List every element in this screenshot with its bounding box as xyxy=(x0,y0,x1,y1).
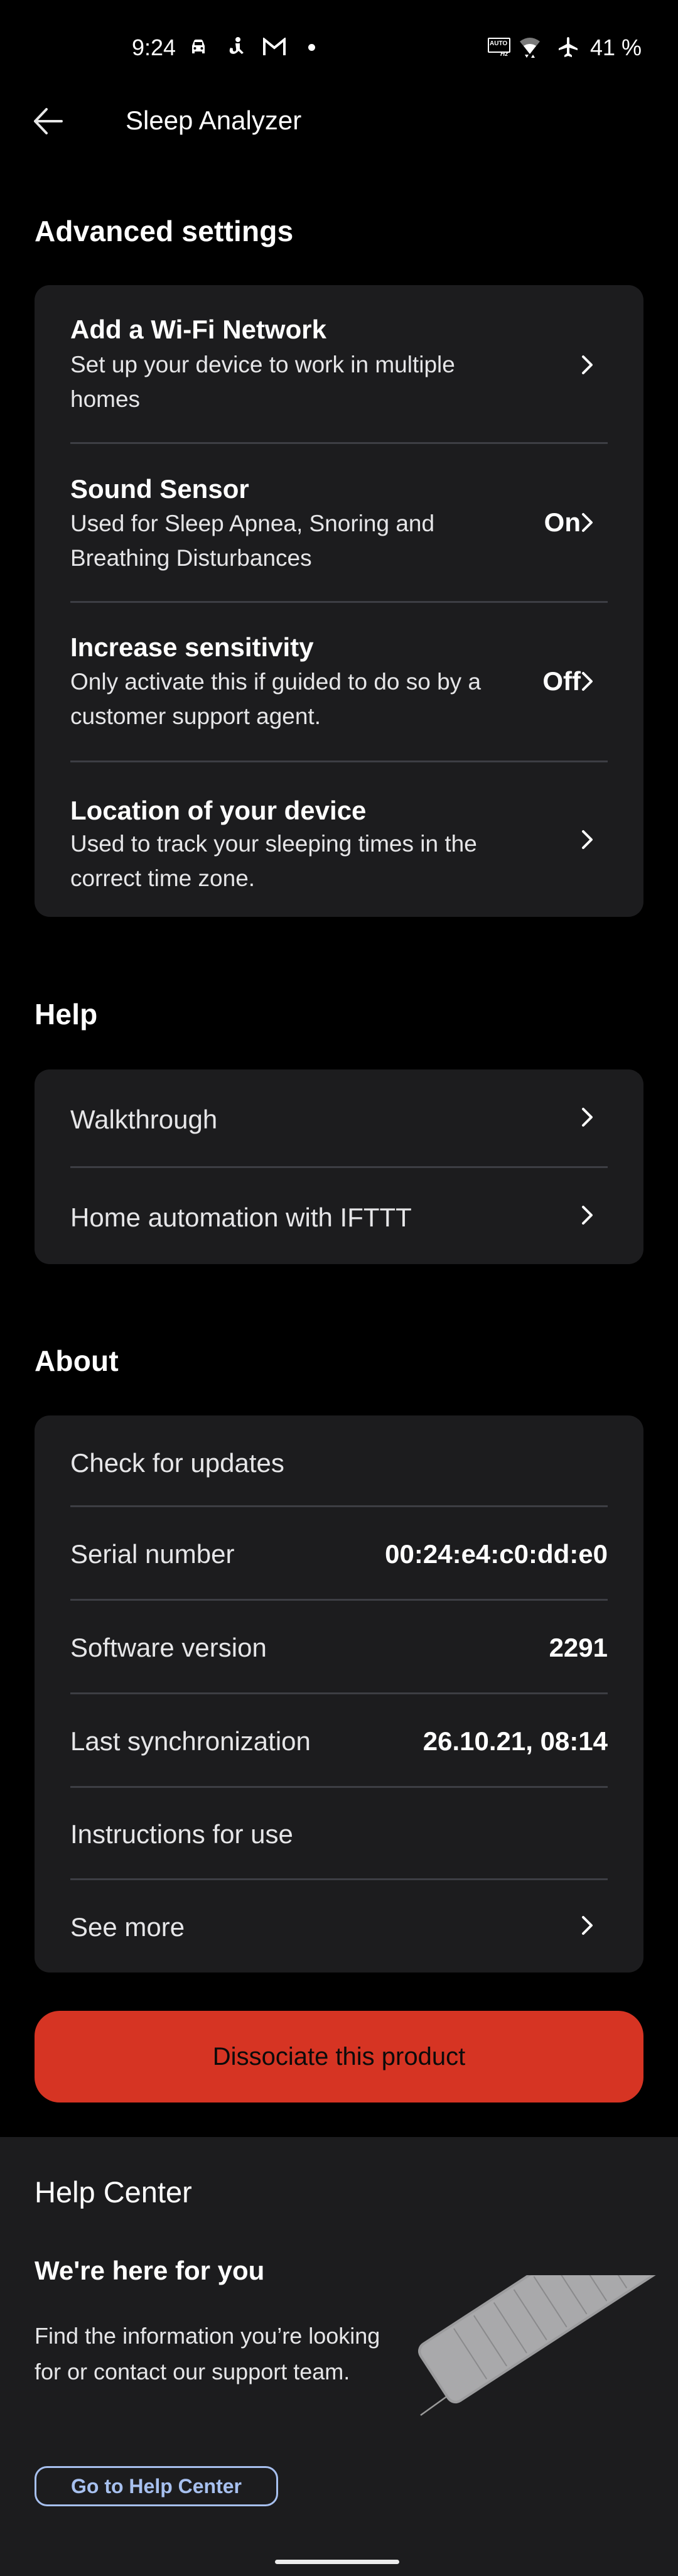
row-subtitle: Used for Sleep Apnea, Snoring and Breath… xyxy=(70,511,435,571)
advanced-settings-card: Add a Wi-Fi Network Set up your device t… xyxy=(35,285,643,917)
chevron-right-icon xyxy=(582,1108,593,1127)
device-location-row[interactable]: Location of your device Used to track yo… xyxy=(35,762,643,917)
airplane-mode-icon xyxy=(559,37,578,57)
row-label: Software version xyxy=(70,1633,267,1662)
go-to-help-center-button[interactable]: Go to Help Center xyxy=(35,2466,278,2506)
serial-number-value: 00:24:e4:c0:dd:e0 xyxy=(385,1539,608,1569)
help-center-body: Find the information you’re looking for … xyxy=(35,2323,380,2384)
increase-sensitivity-row[interactable]: Increase sensitivity Only activate this … xyxy=(35,603,643,760)
gmail-icon xyxy=(263,38,286,55)
row-label: Instructions for use xyxy=(70,1819,293,1849)
ifttt-row[interactable]: Home automation with IFTTT xyxy=(35,1168,643,1264)
check-updates-row[interactable]: Check for updates xyxy=(35,1415,643,1506)
row-label: See more xyxy=(70,1912,185,1942)
accessibility-figure-icon xyxy=(229,37,244,54)
sound-sensor-state: On xyxy=(544,507,581,537)
serial-number-row: Serial number 00:24:e4:c0:dd:e0 xyxy=(35,1507,643,1599)
row-subtitle: Set up your device to work in multiple h… xyxy=(70,352,455,412)
see-more-row[interactable]: See more xyxy=(35,1880,643,1973)
app-bar: Sleep Analyzer xyxy=(0,94,678,147)
help-center-title: Help Center xyxy=(35,2175,192,2209)
sound-sensor-row[interactable]: Sound Sensor Used for Sleep Apnea, Snori… xyxy=(35,444,643,602)
row-label: Home automation with IFTTT xyxy=(70,1203,412,1232)
chevron-right-icon xyxy=(582,355,593,374)
home-indicator[interactable] xyxy=(275,2560,399,2564)
help-center-subtitle: We're here for you xyxy=(35,2256,265,2285)
advanced-settings-heading: Advanced settings xyxy=(35,215,294,247)
instructions-row[interactable]: Instructions for use xyxy=(35,1788,643,1879)
about-heading: About xyxy=(35,1345,119,1377)
help-heading: Help xyxy=(35,998,98,1031)
battery-percentage: 41 % xyxy=(590,35,642,60)
row-label: Last synchronization xyxy=(70,1726,311,1756)
notification-dot-icon xyxy=(308,44,315,51)
status-bar: 9:24 AUTO Hz 41 % xyxy=(0,0,678,75)
walkthrough-row[interactable]: Walkthrough xyxy=(35,1069,643,1167)
row-label: Serial number xyxy=(70,1539,235,1569)
arrow-left-icon[interactable] xyxy=(33,107,64,135)
dissociate-product-button[interactable]: Dissociate this product xyxy=(35,2011,643,2102)
last-sync-row: Last synchronization 26.10.21, 08:14 xyxy=(35,1694,643,1787)
sleep-analyzer-mat-image xyxy=(418,2275,665,2416)
chevron-right-icon xyxy=(582,830,593,849)
row-label: Check for updates xyxy=(70,1448,284,1478)
row-title: Increase sensitivity xyxy=(70,632,314,662)
chevron-right-icon xyxy=(582,513,593,532)
row-title: Add a Wi-Fi Network xyxy=(70,315,326,344)
status-time: 9:24 xyxy=(132,35,176,60)
auto-hz-icon: AUTO Hz xyxy=(488,38,510,58)
row-title: Sound Sensor xyxy=(70,474,249,504)
page-title: Sleep Analyzer xyxy=(126,106,302,135)
help-center-panel: Help Center We're here for you Find the … xyxy=(0,2137,678,2576)
wifi-icon xyxy=(520,38,540,58)
row-subtitle: Only activate this if guided to do so by… xyxy=(70,669,482,729)
row-subtitle: Used to track your sleeping times in the… xyxy=(70,831,477,891)
row-label: Walkthrough xyxy=(70,1105,218,1134)
about-card: Check for updates Serial number 00:24:e4… xyxy=(35,1415,643,1973)
wifi-network-row[interactable]: Add a Wi-Fi Network Set up your device t… xyxy=(35,285,643,443)
chevron-right-icon xyxy=(582,672,593,691)
chevron-right-icon xyxy=(582,1206,593,1225)
software-version-value: 2291 xyxy=(549,1633,608,1662)
sensitivity-state: Off xyxy=(542,666,581,696)
car-icon xyxy=(192,40,205,53)
row-title: Location of your device xyxy=(70,796,367,825)
last-sync-value: 26.10.21, 08:14 xyxy=(422,1726,608,1756)
help-card: Walkthrough Home automation with IFTTT xyxy=(35,1069,643,1264)
software-version-row: Software version 2291 xyxy=(35,1601,643,1693)
chevron-right-icon xyxy=(582,1916,593,1935)
